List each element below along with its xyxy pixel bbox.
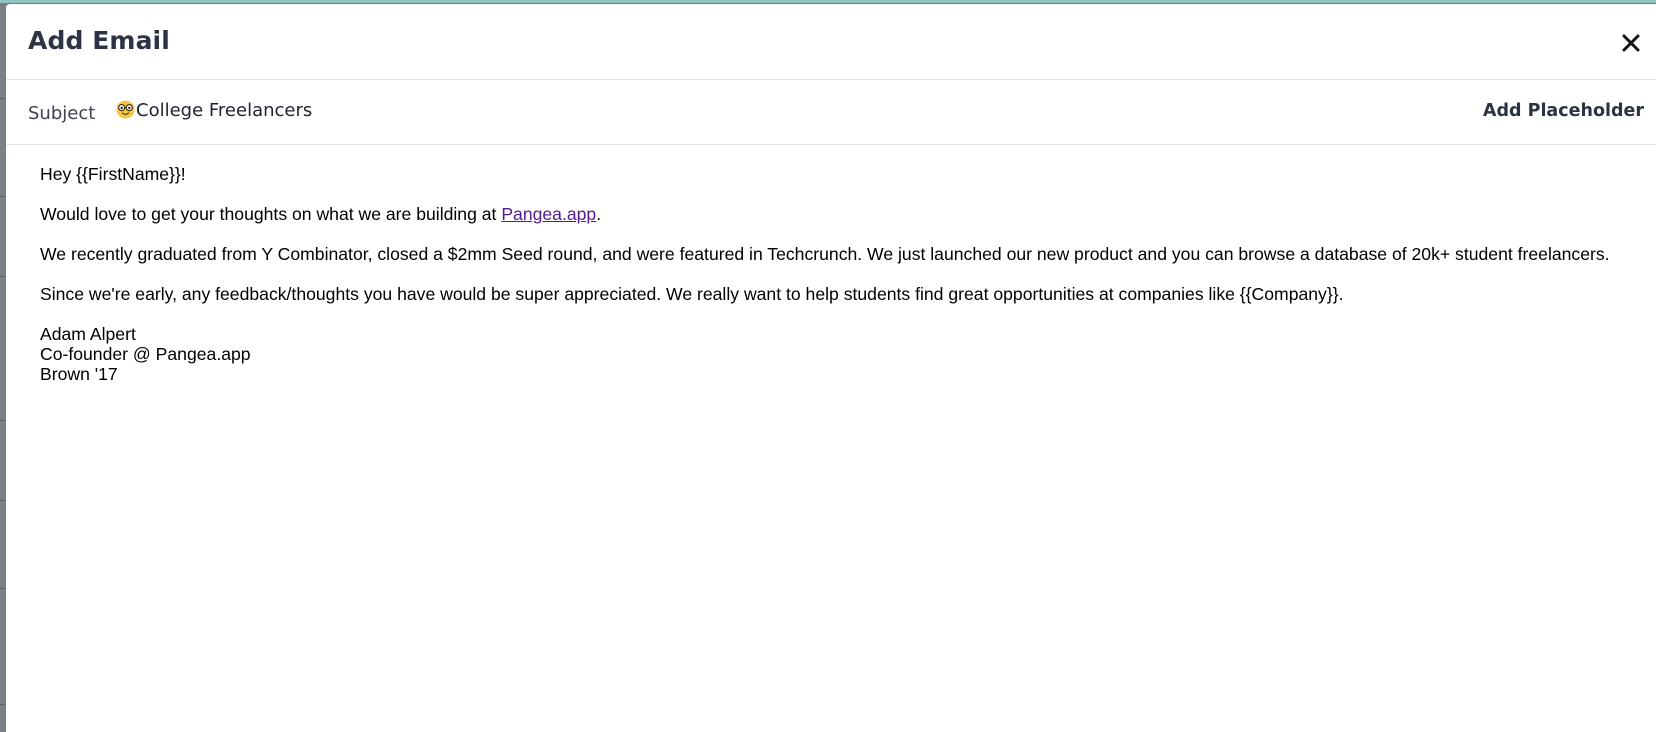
subject-text: College Freelancers [136, 100, 313, 121]
backdrop-edge-mark [0, 420, 5, 421]
backdrop-edge-mark [0, 500, 5, 501]
body-paragraph: Since we're early, any feedback/thoughts… [40, 284, 1344, 304]
body-text: Would love to get your thoughts on what … [40, 204, 502, 224]
signature-school: Brown '17 [40, 364, 118, 384]
add-email-modal: Add Email Subject College Freelancers Ad… [6, 4, 1656, 732]
body-paragraph: Would love to get your thoughts on what … [40, 204, 1625, 224]
backdrop-edge-mark [0, 588, 5, 589]
signature-name: Adam Alpert [40, 324, 136, 344]
backdrop-edge-mark [0, 276, 5, 277]
backdrop-edge-mark [0, 704, 5, 705]
close-icon [1622, 34, 1640, 52]
backdrop-edge-mark [0, 196, 5, 197]
backdrop-top-stripe [0, 0, 1656, 3]
signature-role: Co-founder @ Pangea.app [40, 344, 251, 364]
close-button[interactable] [1618, 30, 1644, 56]
body-greeting: Hey {{FirstName}}! [40, 164, 186, 184]
body-paragraph: We recently graduated from Y Combinator,… [40, 244, 1610, 264]
pangea-link[interactable]: Pangea.app [501, 204, 596, 224]
subject-label: Subject [28, 103, 96, 124]
modal-title: Add Email [28, 26, 170, 55]
modal-header: Add Email [6, 4, 1656, 80]
backdrop-edge-mark [0, 98, 5, 99]
subject-input[interactable]: College Freelancers [116, 100, 1316, 126]
add-placeholder-button[interactable]: Add Placeholder [1483, 101, 1644, 121]
subject-row: Subject College Freelancers Add Placehol… [6, 80, 1656, 145]
email-signature: Adam Alpert Co-founder @ Pangea.app Brow… [40, 324, 1625, 384]
nerd-face-emoji-icon [116, 100, 135, 119]
email-body-editor[interactable]: Hey {{FirstName}}! Would love to get you… [40, 164, 1625, 384]
body-text: . [596, 204, 602, 224]
